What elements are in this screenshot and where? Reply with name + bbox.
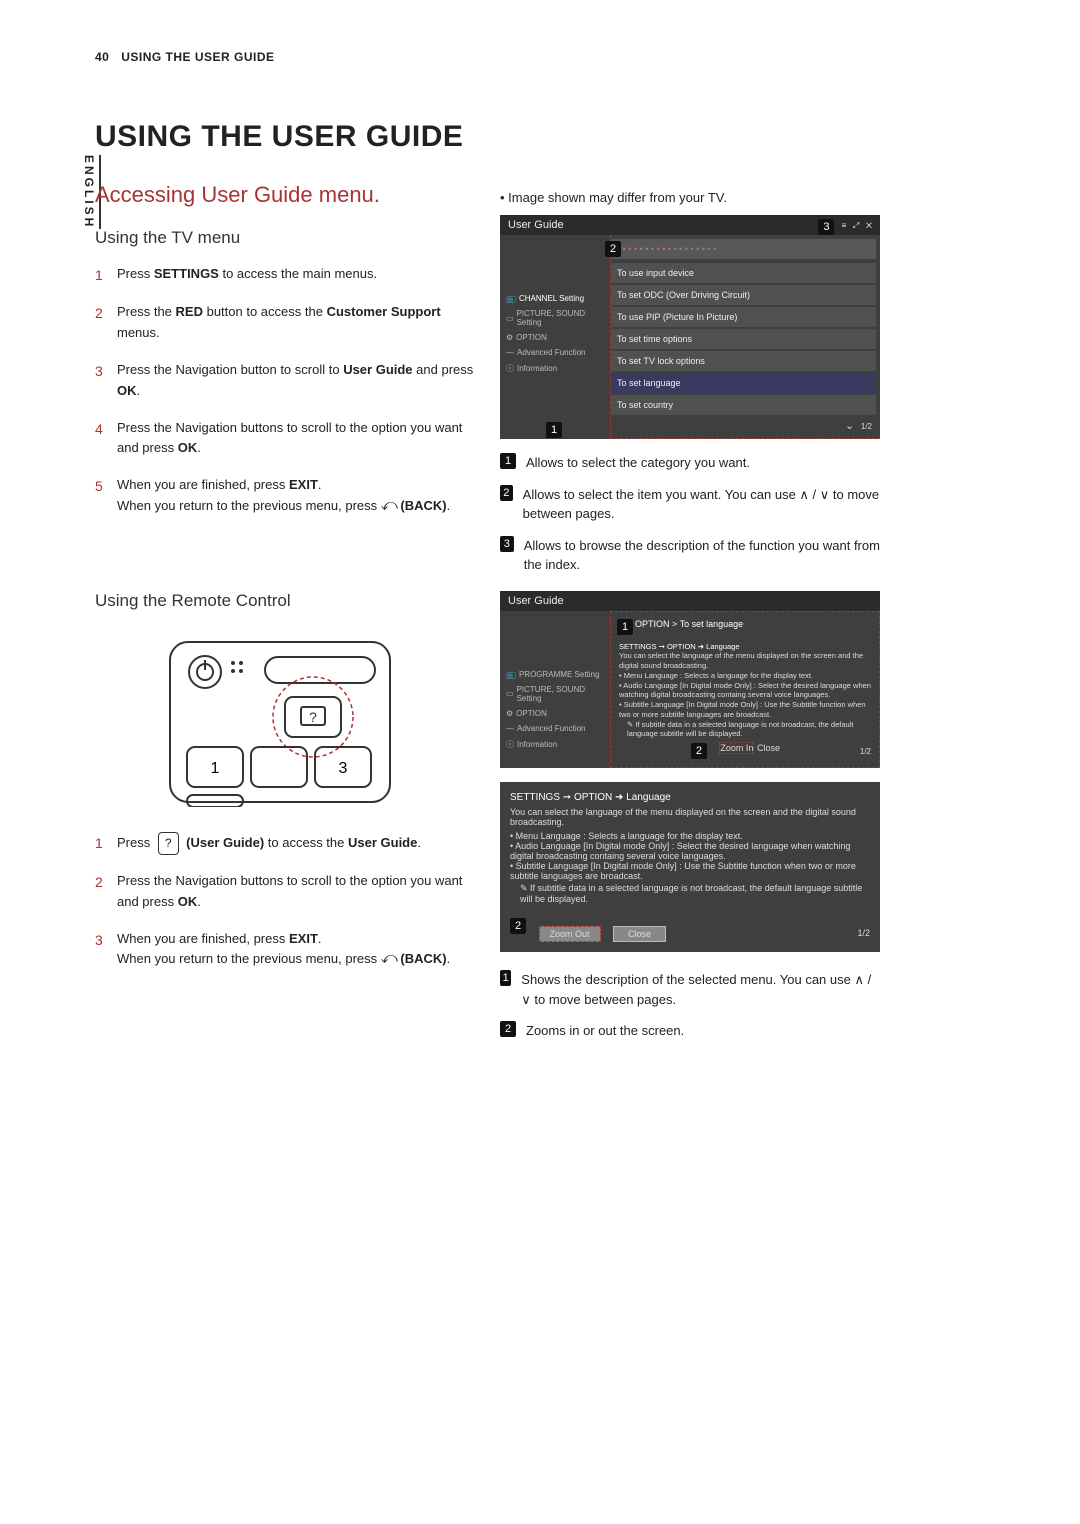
screenshot-zoomed-description: SETTINGS ➞ OPTION ➜ Language You can sel…: [500, 782, 880, 952]
list-item: To set language: [611, 373, 876, 393]
list-item: To set country: [611, 395, 876, 415]
sidebar-item: —Advanced Function: [504, 721, 606, 736]
shot1-title: User Guide: [508, 219, 564, 231]
zoom-in-button[interactable]: Zoom In: [719, 742, 754, 754]
page-number: 40: [95, 50, 109, 64]
screenshot-user-guide-detail: User Guide 📺PROGRAMME Setting ▭PICTURE, …: [500, 591, 880, 769]
sidebar-item: 📺PROGRAMME Setting: [504, 667, 606, 682]
back-icon: [381, 496, 397, 508]
svg-text:1: 1: [211, 760, 220, 777]
callout-1: 1Allows to select the category you want.: [500, 453, 880, 473]
subsection-remote: Using the Remote Control: [95, 591, 485, 611]
svg-text:3: 3: [339, 760, 348, 777]
list-item: To set ODC (Over Driving Circuit): [611, 285, 876, 305]
sidebar-item: ▭PICTURE, SOUND Setting: [504, 682, 606, 706]
remote-illustration: ? 1 3: [165, 637, 395, 807]
sidebar-item: ⚙OPTION: [504, 330, 606, 345]
svg-text:?: ?: [309, 709, 317, 725]
sidebar-item: ⚙OPTION: [504, 706, 606, 721]
close-button[interactable]: Close: [757, 743, 780, 753]
subsection-tv-menu: Using the TV menu: [95, 228, 485, 248]
list-item: To set TV lock options: [611, 351, 876, 371]
remote-steps: 1Press ? (User Guide) to access the User…: [95, 832, 485, 970]
zoom-out-button[interactable]: Zoom Out: [539, 926, 601, 942]
list-item: To use PIP (Picture In Picture): [611, 307, 876, 327]
section-heading: Accessing User Guide menu.: [95, 182, 485, 208]
callout-2: 2Allows to select the item you want. You…: [500, 485, 880, 524]
sidebar-item: ⓘInformation: [504, 360, 606, 377]
sidebar-item: —Advanced Function: [504, 345, 606, 360]
callout-desc-2: 2Zooms in or out the screen.: [500, 1021, 880, 1041]
back-icon: [381, 949, 397, 961]
screenshot-user-guide-list: User Guide 3 ≡ ⤢ ✕ 📺CHANNEL Setting ▭PIC…: [500, 215, 880, 439]
page-title: USING THE USER GUIDE: [95, 120, 485, 154]
tv-menu-steps: 1Press SETTINGS to access the main menus…: [95, 264, 485, 517]
sidebar-item: 📺CHANNEL Setting: [504, 291, 606, 306]
list-item: To use input device: [611, 263, 876, 283]
running-header: 40 USING THE USER GUIDE: [95, 50, 275, 64]
section-title: USING THE USER GUIDE: [121, 50, 274, 64]
sidebar-item: ▭PICTURE, SOUND Setting: [504, 306, 606, 330]
close-button[interactable]: Close: [613, 926, 666, 942]
callout-desc-1: 1Shows the description of the selected m…: [500, 970, 880, 1009]
user-guide-icon: ?: [158, 832, 179, 855]
sidebar-item: ⓘInformation: [504, 736, 606, 753]
differ-note: • Image shown may differ from your TV.: [500, 190, 880, 205]
callout-3: 3Allows to browse the description of the…: [500, 536, 880, 575]
list-item: To set time options: [611, 329, 876, 349]
